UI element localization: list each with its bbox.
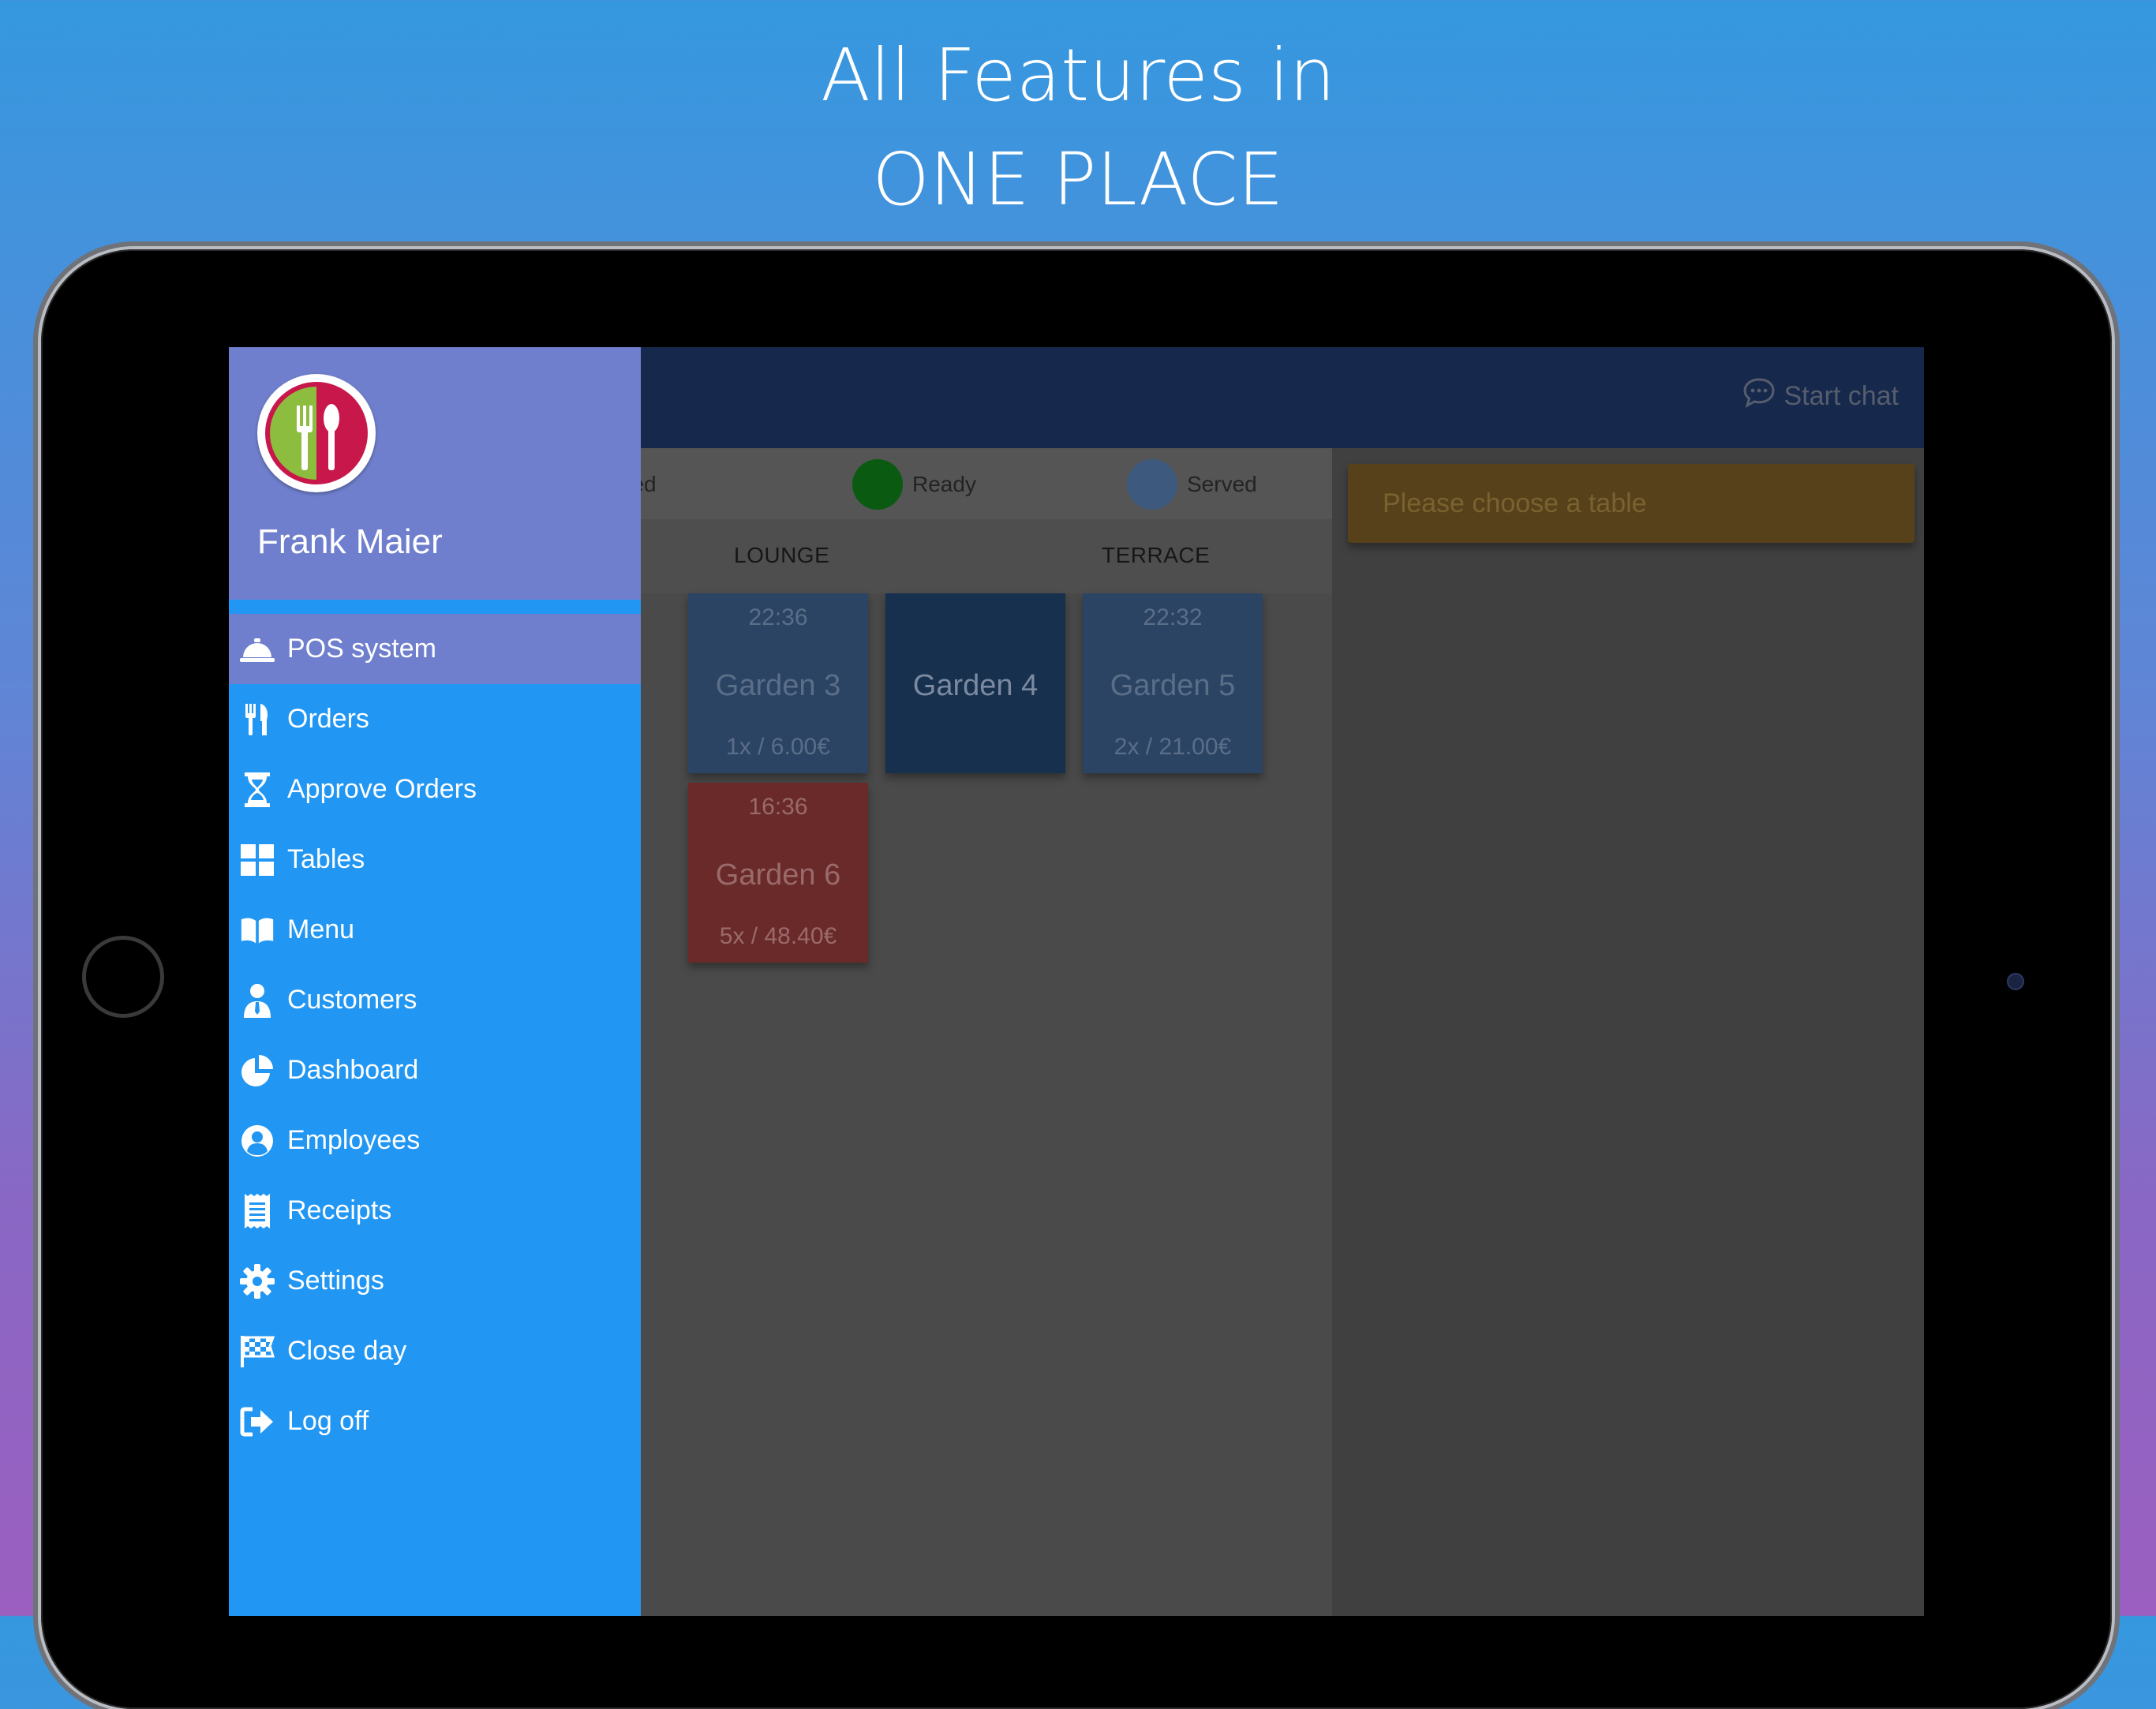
menu-item-pos-system[interactable]: POS system [229,614,641,684]
legend-item-ready: Ready [852,459,976,510]
order-panel: Please choose a table [1332,448,1924,1616]
menu-item-menu[interactable]: Menu [229,895,641,965]
menu-item-dashboard[interactable]: Dashboard [229,1035,641,1105]
menu-item-orders[interactable]: Orders [229,684,641,754]
table-summary: 2x / 21.00€ [1114,734,1232,760]
headline-line-1: All Features in [821,33,1335,118]
legend-label-served: Served [1187,472,1257,496]
menu-item-label: Employees [287,1125,421,1155]
camera-icon [2007,973,2024,990]
logout-icon [240,1404,275,1439]
receipt-icon [240,1193,275,1228]
hourglass-icon [240,772,275,807]
menu-item-label: Approve Orders [287,774,477,804]
menu-item-employees[interactable]: Employees [229,1105,641,1176]
table-summary: 1x / 6.00€ [726,734,830,760]
menu-item-label: Dashboard [287,1055,419,1085]
table-time: 16:36 [748,794,808,820]
headline-line-2: ONE PLACE [872,137,1284,222]
user-circle-icon [240,1124,275,1158]
table-name: Garden 4 [912,669,1039,702]
table-card-garden-4[interactable]: Garden 4 [885,593,1065,773]
menu-item-label: Log off [287,1406,369,1436]
menu-item-tables[interactable]: Tables [229,825,641,895]
table-card-garden-5[interactable]: 22:32 Garden 5 2x / 21.00€ [1083,593,1263,773]
menu-item-label: Tables [287,844,365,874]
table-card-garden-3[interactable]: 22:36 Garden 3 1x / 6.00€ [688,593,868,773]
menu-item-label: Orders [287,704,369,734]
served-dot-icon [1127,459,1177,510]
tab-lounge[interactable]: LOUNGE [734,543,829,568]
menu-item-label: Settings [287,1266,384,1296]
table-time: 22:32 [1143,604,1203,630]
choose-table-banner: Please choose a table [1348,464,1915,543]
menu-item-approve-orders[interactable]: Approve Orders [229,754,641,825]
table-name: Garden 6 [715,858,841,892]
menu-item-customers[interactable]: Customers [229,965,641,1035]
start-chat-button[interactable]: Start chat [1742,374,1899,418]
legend-label-ready: Ready [912,472,976,496]
menu-item-label: Receipts [287,1195,392,1225]
gear-icon [240,1263,275,1299]
bell-icon [240,632,275,667]
table-name: Garden 3 [715,669,841,702]
table-name: Garden 5 [1110,669,1236,702]
pie-chart-icon [240,1053,275,1088]
home-button [82,936,164,1018]
book-icon [240,913,275,948]
legend-item-served: Served [1127,459,1257,510]
menu-item-label: Close day [287,1336,407,1366]
tab-terrace[interactable]: TERRACE [1102,543,1210,568]
table-summary: 5x / 48.40€ [719,923,837,949]
start-chat-label: Start chat [1784,380,1899,411]
user-name: Frank Maier [257,522,443,561]
user-icon [240,983,275,1018]
drawer-divider [229,600,641,614]
menu-item-close-day[interactable]: Close day [229,1316,641,1386]
drawer-menu: POS system Orders Approve Orders Tables [229,614,641,1457]
menu-item-log-off[interactable]: Log off [229,1386,641,1457]
menu-item-label: Customers [287,985,417,1015]
drawer-header: Frank Maier [229,347,641,600]
restaurant-logo [257,374,376,492]
table-card-garden-6[interactable]: 16:36 Garden 6 5x / 48.40€ [688,783,868,963]
menu-item-settings[interactable]: Settings [229,1246,641,1316]
menu-item-label: Menu [287,914,355,944]
cutlery-icon [240,702,275,737]
grid-icon [240,843,275,877]
ready-dot-icon [852,459,903,510]
menu-item-receipts[interactable]: Receipts [229,1176,641,1246]
menu-item-label: POS system [287,634,436,664]
checkered-flag-icon [240,1334,275,1369]
table-time: 22:36 [748,604,808,630]
app-screen: Start chat dered Ready Served LOUNGE TER… [229,347,1924,1616]
headline: All Features in ONE PLACE [0,24,2156,232]
navigation-drawer: Frank Maier POS system Orders Approve Or… [229,347,641,1616]
chat-bubble-icon [1742,377,1776,416]
